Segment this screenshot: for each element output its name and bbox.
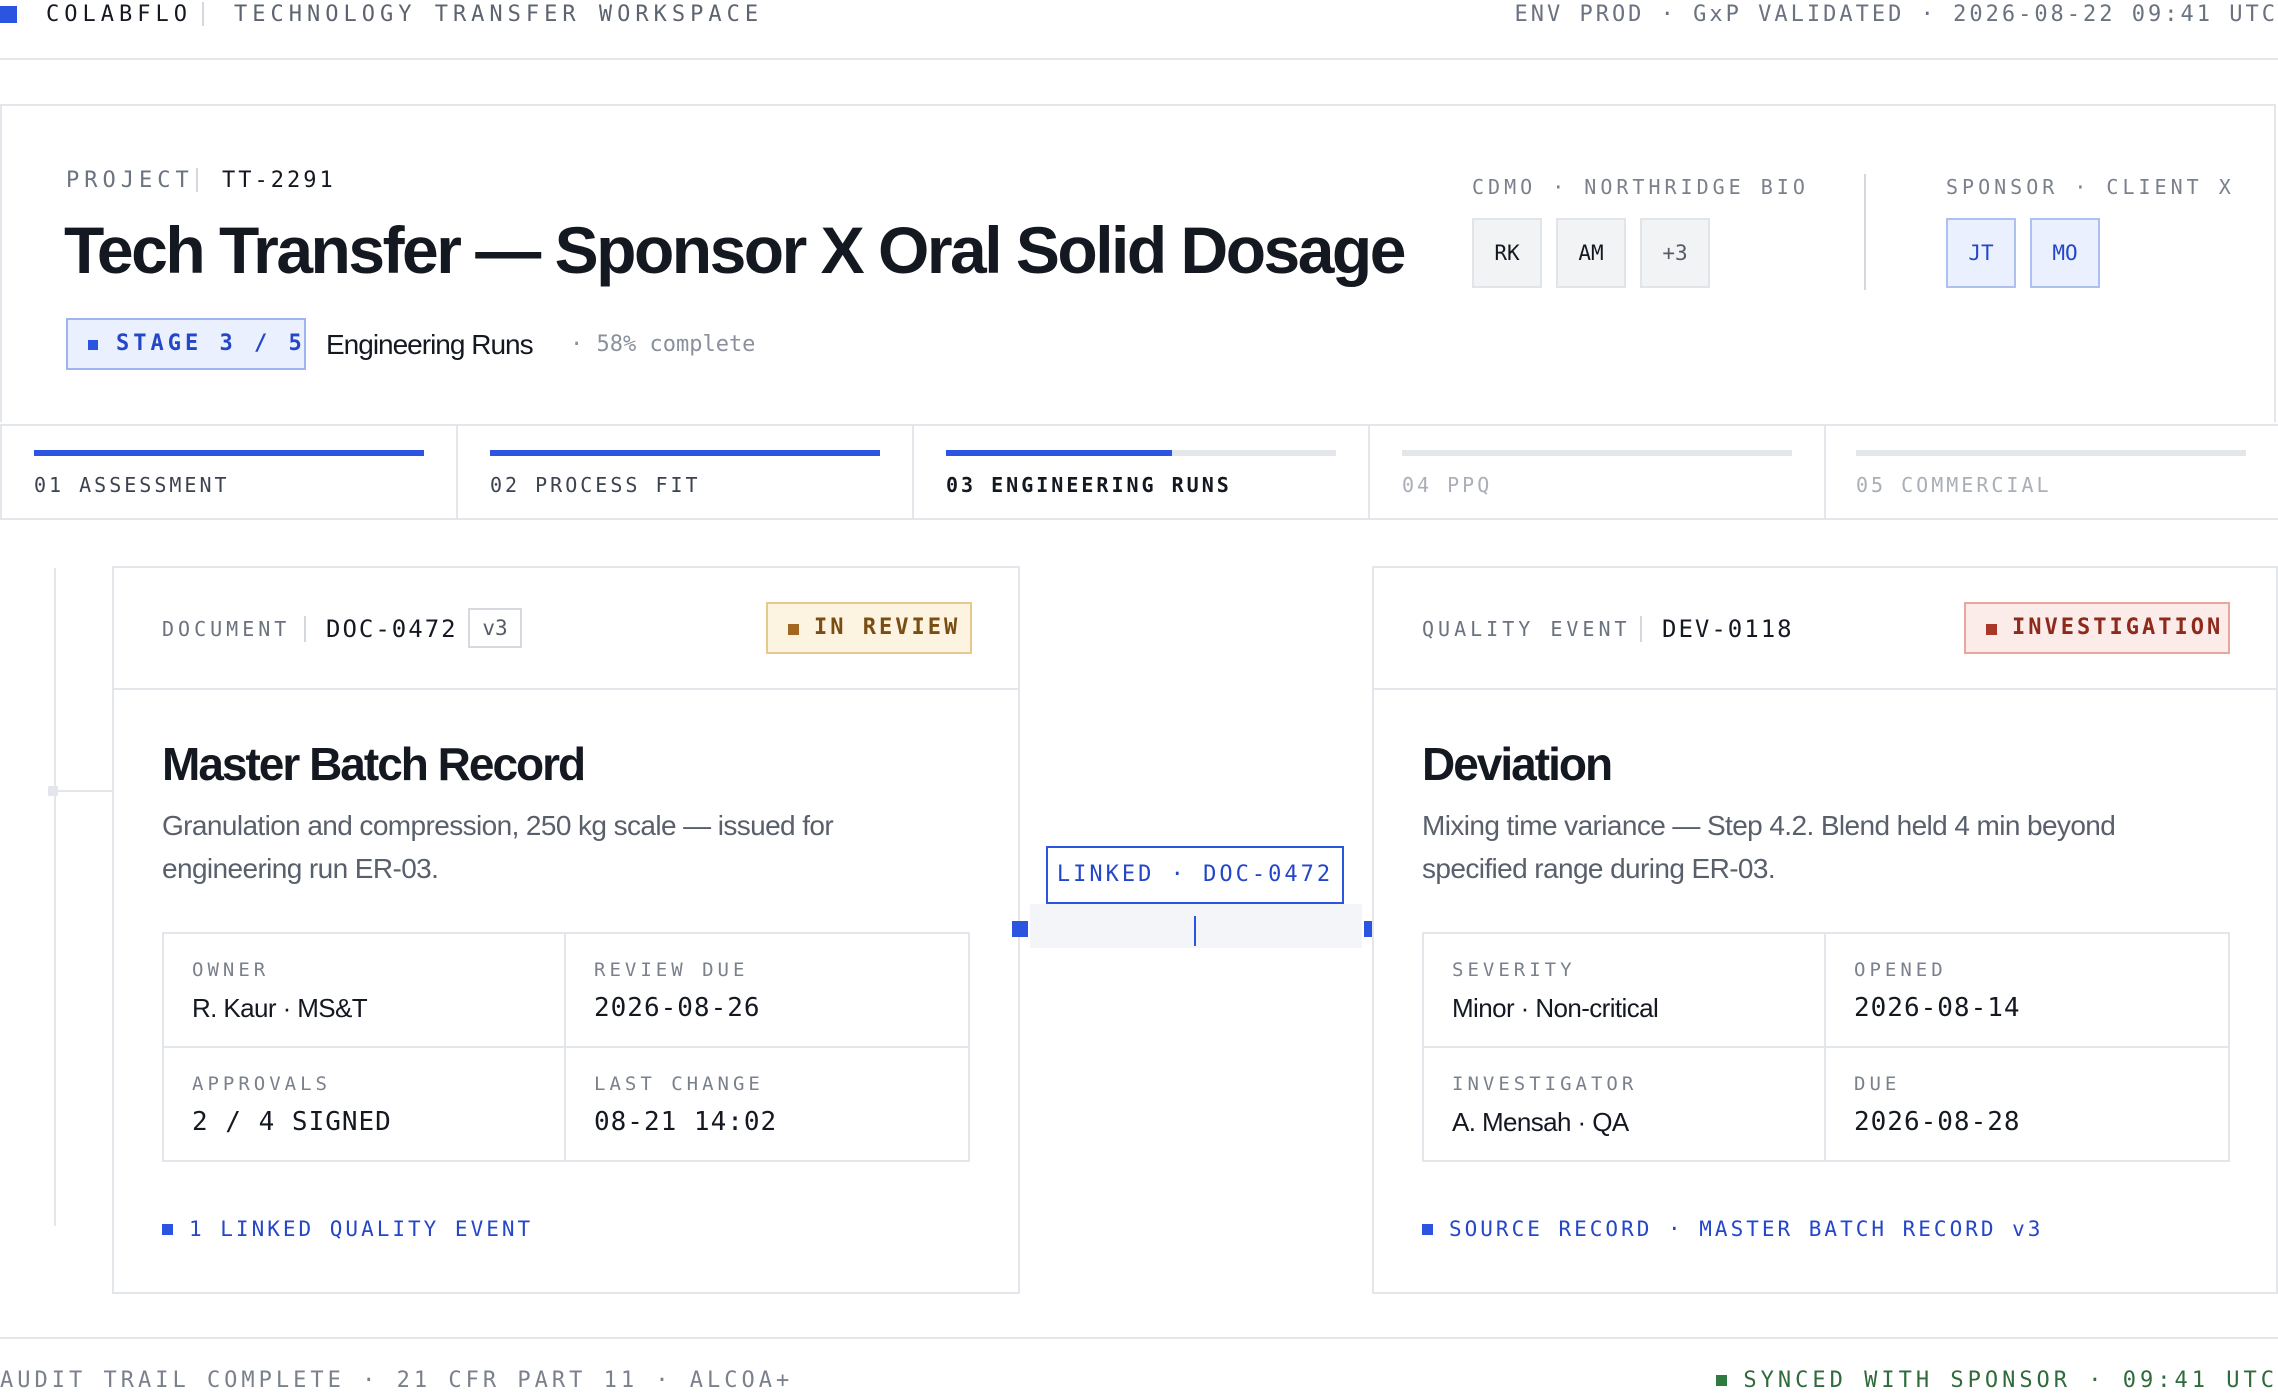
stage-badge-label: STAGE 3 / 5 xyxy=(116,331,306,356)
status-text: INVESTIGATION xyxy=(2012,615,2224,640)
stage-name: Engineering Runs xyxy=(326,329,534,360)
stage-stepper: 01 ASSESSMENT 02 PROCESS FIT 03 ENGINEER… xyxy=(0,424,2278,520)
stage-step-ppq[interactable]: 04 PPQ xyxy=(1370,426,1824,518)
field-label: OWNER xyxy=(192,959,270,981)
last-change-value: 08-21 14:02 xyxy=(594,1107,778,1137)
header-divider xyxy=(304,616,306,642)
review-due-value: 2026-08-26 xyxy=(594,993,761,1023)
document-type-label: DOCUMENT xyxy=(162,617,291,641)
stage-square-icon xyxy=(88,340,98,350)
link-text: SOURCE RECORD · MASTER BATCH RECORD v3 xyxy=(1449,1217,2044,1241)
field-label: LAST CHANGE xyxy=(594,1073,764,1095)
stage-step-commercial[interactable]: 05 COMMERCIAL xyxy=(1826,426,2278,518)
quality-event-description: Mixing time variance — Step 4.2. Blend h… xyxy=(1422,810,2116,884)
stage-progress-track xyxy=(1402,450,1792,456)
approvals-value: 2 / 4 SIGNED xyxy=(192,1107,392,1137)
link-square-icon xyxy=(1422,1224,1433,1235)
page-title: Tech Transfer — Sponsor X Oral Solid Dos… xyxy=(64,213,1406,287)
topbar-divider xyxy=(202,2,204,26)
connector-track xyxy=(1030,904,1362,948)
stage-completion: · 58% complete xyxy=(570,332,756,357)
field-label: INVESTIGATOR xyxy=(1452,1073,1638,1095)
connector-node-left[interactable] xyxy=(1012,921,1028,937)
sync-status: SYNCED WITH SPONSOR · 09:41 UTC xyxy=(1716,1366,2278,1396)
link-text: 1 LINKED QUALITY EVENT xyxy=(189,1217,534,1241)
connector-stem xyxy=(1194,916,1196,946)
stage-label: 05 COMMERCIAL xyxy=(1856,473,2052,497)
stage-label: 01 ASSESSMENT xyxy=(34,473,230,497)
document-id[interactable]: DOC-0472 xyxy=(326,614,458,644)
sync-square-icon xyxy=(1716,1375,1728,1386)
avatar[interactable]: JT xyxy=(1946,218,2016,288)
footer-divider xyxy=(0,1337,2278,1339)
sponsor-team-label: SPONSOR · CLIENT X xyxy=(1946,175,2235,199)
timeline-connector xyxy=(56,790,112,792)
header-divider xyxy=(1640,616,1642,642)
linked-connector-label[interactable]: LINKED · DOC-0472 xyxy=(1046,846,1344,904)
version-badge[interactable]: v3 xyxy=(468,608,522,648)
status-badge: INVESTIGATION xyxy=(1964,602,2230,654)
audit-trail-status: AUDIT TRAIL COMPLETE · 21 CFR PART 11 · … xyxy=(0,1368,794,1393)
linked-quality-event-link[interactable]: 1 LINKED QUALITY EVENT xyxy=(162,1214,533,1244)
team-divider xyxy=(1864,174,1866,290)
brand-logo-icon xyxy=(0,6,17,23)
owner-value: R. Kaur · MS&T xyxy=(192,993,368,1023)
quality-event-fields: SEVERITY Minor · Non-critical OPENED 202… xyxy=(1422,932,2230,1162)
status-badge: IN REVIEW xyxy=(766,602,972,654)
document-fields: OWNER R. Kaur · MS&T REVIEW DUE 2026-08-… xyxy=(162,932,970,1162)
status-text: IN REVIEW xyxy=(814,615,961,640)
field-label: DUE xyxy=(1854,1073,1901,1095)
project-label: PROJECT xyxy=(66,168,194,193)
grid-divider xyxy=(1424,1046,2228,1048)
stage-progress-track xyxy=(946,450,1336,456)
quality-event-id[interactable]: DEV-0118 xyxy=(1662,614,1794,644)
stage-badge: STAGE 3 / 5 xyxy=(66,318,306,370)
project-divider xyxy=(196,168,198,192)
field-label: SEVERITY xyxy=(1452,959,1576,981)
stage-progress-fill xyxy=(946,450,1173,456)
timeline-rail xyxy=(54,568,56,1226)
stage-step-assessment[interactable]: 01 ASSESSMENT xyxy=(2,426,456,518)
quality-event-card[interactable]: QUALITY EVENT DEV-0118 INVESTIGATION Dev… xyxy=(1372,566,2278,1294)
status-square-icon xyxy=(788,624,799,635)
field-label: APPROVALS xyxy=(192,1073,331,1095)
document-title: Master Batch Record xyxy=(162,738,586,790)
document-description: Granulation and compression, 250 kg scal… xyxy=(162,810,834,884)
document-card[interactable]: DOCUMENT DOC-0472 v3 IN REVIEW Master Ba… xyxy=(112,566,1020,1294)
stage-step-engineering-runs[interactable]: 03 ENGINEERING RUNS xyxy=(914,426,1368,518)
stage-progress-track xyxy=(490,450,880,456)
sync-text: SYNCED WITH SPONSOR · 09:41 UTC xyxy=(1743,1368,2278,1393)
timeline-node xyxy=(48,786,58,796)
stage-label: 03 ENGINEERING RUNS xyxy=(946,473,1232,497)
due-value: 2026-08-28 xyxy=(1854,1107,2021,1137)
stage-label: 04 PPQ xyxy=(1402,473,1493,497)
avatar[interactable]: MO xyxy=(2030,218,2100,288)
stage-label: 02 PROCESS FIT xyxy=(490,473,701,497)
quality-event-type-label: QUALITY EVENT xyxy=(1422,617,1631,641)
avatar[interactable]: AM xyxy=(1556,218,1626,288)
avatar[interactable]: RK xyxy=(1472,218,1542,288)
brand-name[interactable]: COLABFLO xyxy=(46,0,192,30)
link-square-icon xyxy=(162,1224,173,1235)
stage-progress-track xyxy=(1856,450,2246,456)
stage-progress-fill xyxy=(34,450,424,456)
cdmo-team-label: CDMO · NORTHRIDGE BIO xyxy=(1472,175,1809,199)
stage-progress-track xyxy=(34,450,424,456)
status-square-icon xyxy=(1986,624,1997,635)
investigator-value: A. Mensah · QA xyxy=(1452,1107,1629,1137)
project-id: TT-2291 xyxy=(222,168,336,193)
stage-progress-fill xyxy=(490,450,880,456)
more-members-button[interactable]: +3 xyxy=(1640,218,1710,288)
field-label: REVIEW DUE xyxy=(594,959,749,981)
source-record-link[interactable]: SOURCE RECORD · MASTER BATCH RECORD v3 xyxy=(1422,1214,2043,1244)
quality-event-title: Deviation xyxy=(1422,738,1613,790)
opened-value: 2026-08-14 xyxy=(1854,993,2021,1023)
stage-step-process-fit[interactable]: 02 PROCESS FIT xyxy=(458,426,912,518)
environment-status: ENV PROD · GxP VALIDATED · 2026-08-22 09… xyxy=(1514,2,2278,27)
grid-divider xyxy=(164,1046,968,1048)
workspace-title: TECHNOLOGY TRANSFER WORKSPACE xyxy=(234,2,764,27)
field-label: OPENED xyxy=(1854,959,1947,981)
severity-value: Minor · Non-critical xyxy=(1452,993,1659,1023)
